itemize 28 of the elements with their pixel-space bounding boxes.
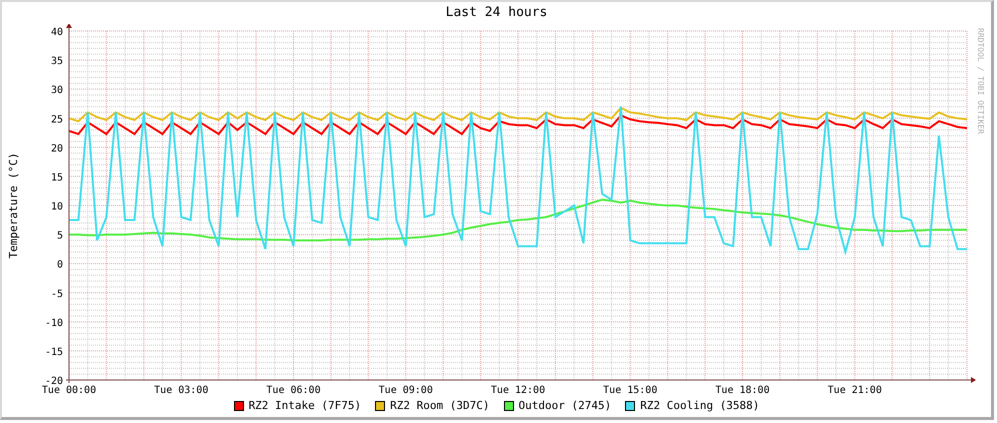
axis-label: -10 [44,318,63,329]
axis-label: 35 [50,56,63,68]
legend-label: Outdoor (2745) [518,399,612,412]
legend-label: RZ2 Room (3D7C) [390,399,490,412]
axis-label: Tue 09:00 [378,385,433,396]
axis-label: 10 [50,202,63,212]
axis-label: 25 [50,114,63,126]
legend-label: RZ2 Intake (7F75) [248,399,362,412]
axis-label: Tue 21:00 [828,385,882,396]
axis-label: Tue 00:00 [42,385,96,396]
axis-label: -15 [44,346,63,358]
axis-label: Tue 12:00 [490,385,546,396]
axis-title: Temperature (°C) [7,152,20,258]
axis-label: -20 [44,376,63,387]
chart-title: Last 24 hours [444,4,548,22]
axis-label: -5 [50,288,63,300]
axis-label: 20 [50,143,63,154]
axis-label: 40 [50,27,63,38]
axis-label: 15 [50,172,63,184]
axis-label: Tue 03:00 [154,385,208,396]
credit-text: RRDTOOL / TOBI OETIKER [976,28,985,134]
axis-label: 0 [56,260,63,271]
axis-label: Tue 15:00 [603,385,658,396]
axis-label: Tue 18:00 [715,385,770,396]
axis-label: 5 [56,230,63,242]
axis-label: 30 [50,85,63,96]
legend-label: RZ2 Cooling (3588) [640,399,760,412]
axis-label: Tue 06:00 [266,385,321,396]
